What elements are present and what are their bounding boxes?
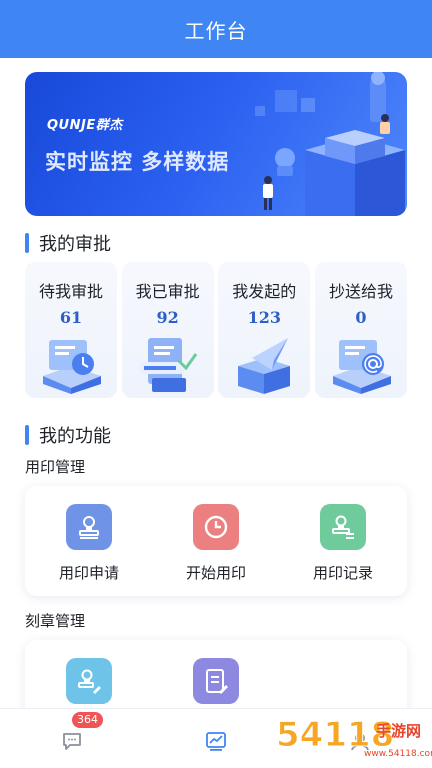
banner-illustration <box>255 72 405 216</box>
bottom-tab-bar: 364 54118 手游网 www.54118.com.cn <box>0 708 432 768</box>
email-at-icon <box>332 340 391 394</box>
section-marker <box>25 425 29 445</box>
approval-card-pending[interactable]: 待我审批 61 <box>25 262 117 398</box>
approval-label: 待我审批 <box>38 282 103 301</box>
func-seal-record[interactable]: 用印记录 <box>293 504 393 583</box>
app-header: 工作台 <box>0 0 432 58</box>
stamp-record-icon <box>320 504 366 550</box>
approval-label: 我已审批 <box>135 282 200 301</box>
approvals-title: 我的审批 <box>39 234 111 255</box>
clock-icon <box>193 504 239 550</box>
banner-brand: QUNJE群杰 <box>47 118 123 133</box>
func-seal-engrave-apply[interactable] <box>39 658 139 704</box>
func-label: 开始用印 <box>185 564 246 582</box>
approvals-grid: 待我审批 61 我已审批 92 我发起的 123 抄送给我 0 <box>25 262 407 398</box>
approval-count: 92 <box>156 308 179 327</box>
site-watermark-logo: 54118 手游网 www.54118.com.cn <box>276 715 432 760</box>
banner-slogan: 实时监控 多样数据 <box>45 150 230 174</box>
seal-engraving-card <box>25 640 407 708</box>
approval-card-initiated[interactable]: 我发起的 123 <box>218 262 311 398</box>
promo-banner[interactable]: QUNJE群杰 实时监控 多样数据 <box>25 72 407 216</box>
approvals-section-title: 我的审批 <box>25 230 111 256</box>
group-title-seal-engraving: 刻章管理 <box>25 612 86 630</box>
message-icon <box>63 733 81 750</box>
functions-title: 我的功能 <box>39 426 111 447</box>
func-seal-engrave-record[interactable] <box>166 658 266 704</box>
approval-card-cc[interactable]: 抄送给我 0 <box>314 262 407 398</box>
func-label: 用印申请 <box>58 564 119 582</box>
pending-approval-icon <box>43 340 101 394</box>
approval-count: 0 <box>355 308 367 327</box>
message-badge: 364 <box>72 712 103 728</box>
page-title: 工作台 <box>184 18 248 43</box>
seal-edit-icon <box>66 658 112 704</box>
section-marker <box>25 233 29 253</box>
svg-text:www.54118.com.cn: www.54118.com.cn <box>364 749 432 759</box>
paper-plane-box-icon <box>238 338 291 394</box>
svg-text:手游网: 手游网 <box>376 722 421 740</box>
approved-document-icon <box>139 338 197 392</box>
stamp-apply-icon <box>66 504 112 550</box>
approval-label: 抄送给我 <box>328 282 393 301</box>
tab-workbench[interactable] <box>196 721 236 761</box>
func-seal-apply[interactable]: 用印申请 <box>39 504 139 583</box>
chart-icon <box>206 732 226 751</box>
main-content: QUNJE群杰 实时监控 多样数据 我的审批 待我审批 61 我已审批 92 我… <box>0 58 432 708</box>
group-title-seal-usage: 用印管理 <box>25 458 86 476</box>
func-label: 用印记录 <box>312 564 373 582</box>
functions-section-title: 我的功能 <box>25 422 111 448</box>
seal-usage-card: 用印申请 开始用印 用印记录 <box>25 486 407 596</box>
func-start-seal[interactable]: 开始用印 <box>166 504 266 583</box>
approval-label: 我发起的 <box>232 282 297 301</box>
approval-count: 123 <box>247 308 282 327</box>
document-edit-icon <box>193 658 239 704</box>
approval-card-approved[interactable]: 我已审批 92 <box>121 262 214 398</box>
approval-count: 61 <box>59 308 83 327</box>
